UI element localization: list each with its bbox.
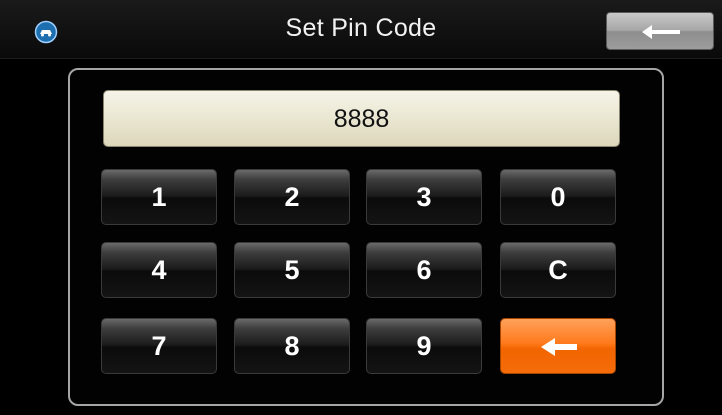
key-4[interactable]: 4 bbox=[101, 242, 217, 298]
key-9[interactable]: 9 bbox=[366, 318, 482, 374]
key-7[interactable]: 7 bbox=[101, 318, 217, 374]
back-button[interactable] bbox=[606, 12, 714, 50]
key-5[interactable]: 5 bbox=[234, 242, 350, 298]
key-0[interactable]: 0 bbox=[500, 169, 616, 225]
title-bar: Set Pin Code bbox=[0, 0, 722, 59]
pin-code-screen: Set Pin Code 8888 1 2 3 0 4 5 6 C 7 8 9 bbox=[0, 0, 722, 415]
key-1[interactable]: 1 bbox=[101, 169, 217, 225]
pin-display: 8888 bbox=[103, 90, 620, 147]
key-3[interactable]: 3 bbox=[366, 169, 482, 225]
key-8[interactable]: 8 bbox=[234, 318, 350, 374]
key-2[interactable]: 2 bbox=[234, 169, 350, 225]
backspace-key[interactable] bbox=[500, 318, 616, 374]
clear-key[interactable]: C bbox=[500, 242, 616, 298]
key-6[interactable]: 6 bbox=[366, 242, 482, 298]
